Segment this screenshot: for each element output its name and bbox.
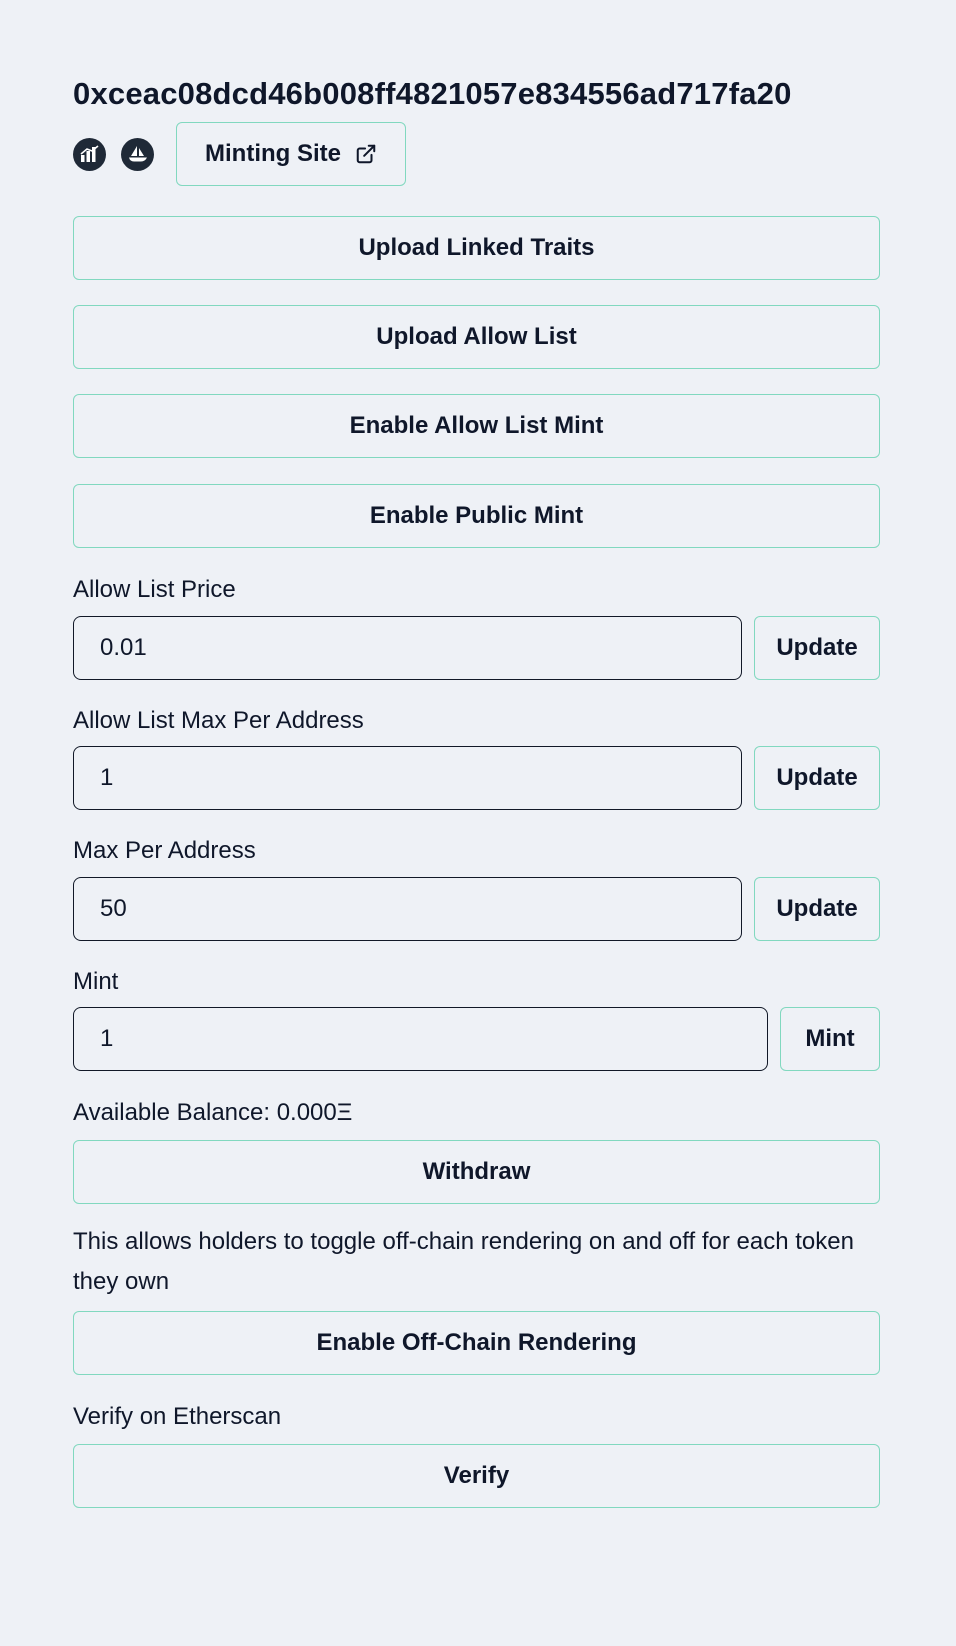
enable-off-chain-rendering-button[interactable]: Enable Off-Chain Rendering — [73, 1311, 880, 1375]
contract-admin-panel: 0xceac08dcd46b008ff4821057e834556ad717fa… — [73, 74, 880, 1508]
minting-site-label: Minting Site — [205, 140, 341, 167]
max-per-address-update-button[interactable]: Update — [754, 877, 880, 941]
enable-allow-list-mint-button[interactable]: Enable Allow List Mint — [73, 394, 880, 458]
verify-etherscan-label: Verify on Etherscan — [73, 1403, 282, 1430]
allow-list-price-update-button[interactable]: Update — [754, 616, 880, 680]
enable-public-mint-button[interactable]: Enable Public Mint — [73, 484, 880, 548]
allow-list-price-row: Update — [73, 616, 880, 680]
upload-linked-traits-button[interactable]: Upload Linked Traits — [73, 216, 880, 280]
bar-chart-icon[interactable] — [73, 137, 106, 171]
mint-quantity-input[interactable] — [73, 1007, 768, 1071]
mint-row: Mint — [73, 1007, 880, 1071]
upload-allow-list-button[interactable]: Upload Allow List — [73, 305, 880, 369]
admin-page: { "contract": { "address": "0xceac08dcd4… — [0, 0, 956, 1646]
verify-button[interactable]: Verify — [73, 1444, 880, 1508]
allow-list-price-label: Allow List Price — [73, 576, 236, 603]
external-link-icon — [355, 143, 377, 165]
mint-button[interactable]: Mint — [780, 1007, 880, 1071]
allow-list-max-per-address-label: Allow List Max Per Address — [73, 707, 364, 734]
max-per-address-row: Update — [73, 877, 880, 941]
sailboat-icon[interactable] — [121, 137, 154, 171]
max-per-address-input[interactable] — [73, 877, 742, 941]
off-chain-rendering-description: This allows holders to toggle off-chain … — [73, 1228, 854, 1295]
mint-label: Mint — [73, 968, 119, 995]
external-links-row: Minting Site — [73, 122, 880, 186]
contract-address: 0xceac08dcd46b008ff4821057e834556ad717fa… — [73, 76, 792, 111]
allow-list-max-per-address-input[interactable] — [73, 746, 742, 810]
allow-list-max-per-address-update-button[interactable]: Update — [754, 746, 880, 810]
minting-site-link[interactable]: Minting Site — [176, 122, 406, 186]
allow-list-max-per-address-row: Update — [73, 746, 880, 810]
withdraw-button[interactable]: Withdraw — [73, 1140, 880, 1204]
max-per-address-label: Max Per Address — [73, 837, 256, 864]
allow-list-price-input[interactable] — [73, 616, 742, 680]
available-balance-text: Available Balance: 0.000Ξ — [73, 1099, 353, 1126]
